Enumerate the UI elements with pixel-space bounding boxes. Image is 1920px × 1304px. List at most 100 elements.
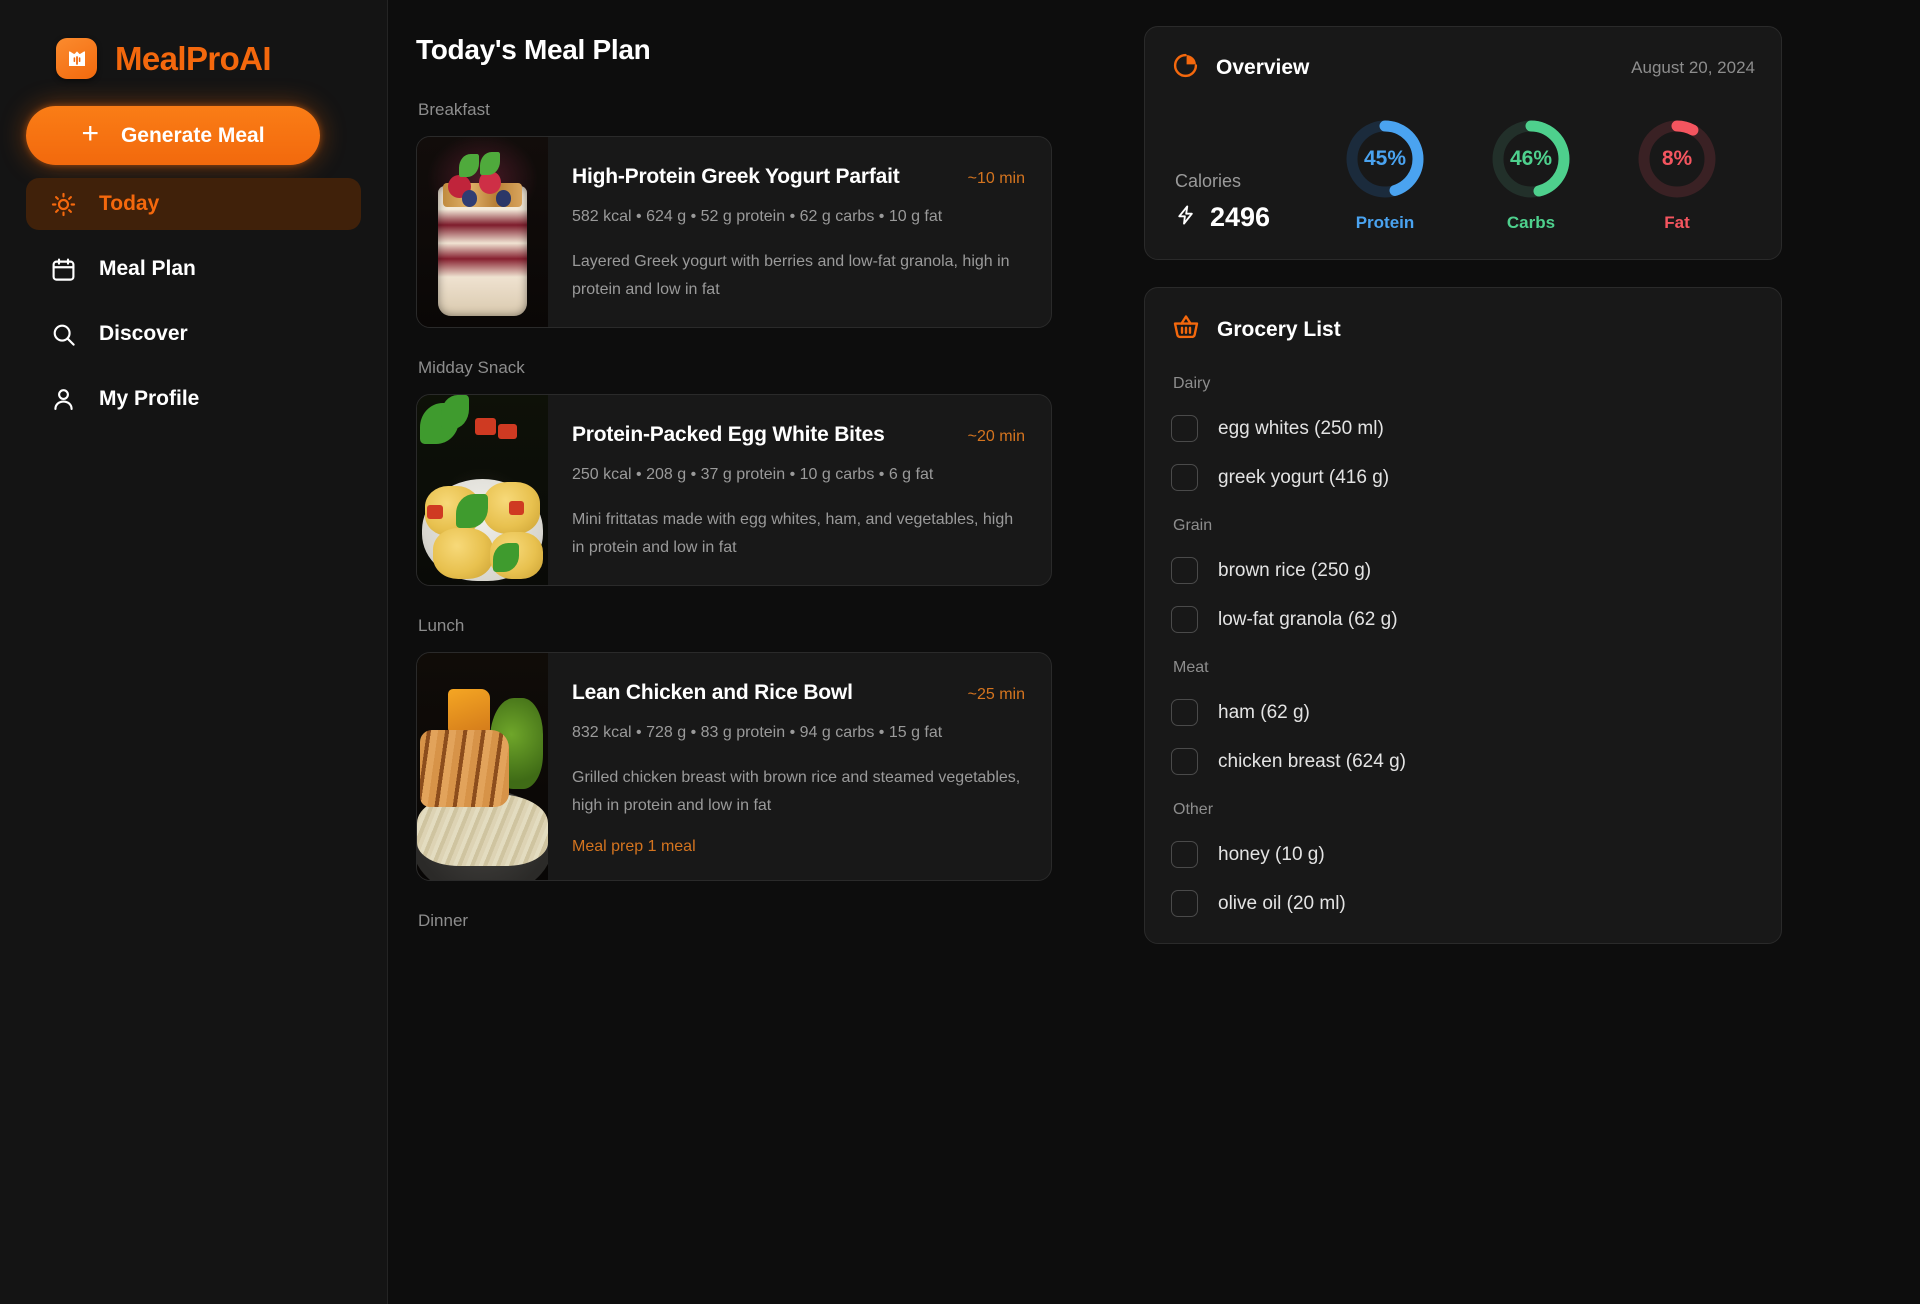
macro-ring-carbs-percent: 46% [1509,147,1553,170]
meal-description: Mini frittatas made with egg whites, ham… [572,511,1014,556]
brand-name: MealProAI [115,39,272,77]
grocery-item-checkbox[interactable] [1171,699,1198,726]
sidebar-item-my-profile-label: My Profile [99,387,200,410]
grocery-item-checkbox[interactable] [1171,748,1198,775]
calories-label: Calories [1175,171,1242,191]
macro-ring-protein-label: Protein [1355,213,1415,232]
sidebar-item-discover-label: Discover [99,322,188,345]
search-icon [48,319,78,349]
grocery-item[interactable]: low-fat granola (62 g) [1171,606,1755,633]
right-column: Overview August 20, 2024 Calories 2496 4… [1144,26,1784,1304]
meal-details: Lean Chicken and Rice Bowl ~25 min 832 k… [548,653,1051,880]
sidebar-item-my-profile[interactable]: My Profile [26,373,361,425]
grocery-item-checkbox[interactable] [1171,890,1198,917]
meal-thumbnail [417,653,548,881]
calories-value: 2496 [1210,202,1271,232]
grocery-group-label-grain: Grain [1173,517,1213,534]
meal-prep-label: Meal prep 1 meal [572,838,696,856]
grocery-item-label: brown rice (250 g) [1218,559,1372,581]
plus-icon: + [81,117,99,150]
brand: MealProAI [56,38,361,79]
macro-rings: 45% Protein 46% Carbs 8% Fat [1335,117,1727,233]
grocery-item[interactable]: greek yogurt (416 g) [1171,464,1755,491]
meal-details: Protein-Packed Egg White Bites ~20 min 2… [548,395,1051,585]
section-label-dinner: Dinner [418,911,469,931]
grocery-item-label: ham (62 g) [1218,701,1310,723]
grocery-item-checkbox[interactable] [1171,464,1198,491]
meal-macros: 250 kcal • 208 g • 37 g protein • 10 g c… [572,466,934,484]
section-label-lunch: Lunch [418,616,465,636]
overview-title: Overview [1216,56,1310,79]
meal-thumbnail [417,137,548,328]
mealproai-logo-icon [56,38,97,79]
macro-ring-fat: 8% Fat [1627,117,1727,233]
grocery-item[interactable]: egg whites (250 ml) [1171,415,1755,442]
pie-chart-icon [1171,51,1200,85]
grocery-item[interactable]: olive oil (20 ml) [1171,890,1755,917]
sidebar: MealProAI + Generate Meal Today Meal Pla… [0,0,388,1304]
meal-thumbnail [417,395,548,586]
sidebar-item-today[interactable]: Today [26,178,361,230]
sidebar-item-discover[interactable]: Discover [26,308,361,360]
grocery-item[interactable]: honey (10 g) [1171,841,1755,868]
macro-ring-fat-label: Fat [1664,213,1690,232]
section-label-breakfast: Breakfast [418,100,490,119]
basket-icon [1171,312,1201,347]
lightning-bolt-icon [1175,204,1197,231]
meal-card[interactable]: High-Protein Greek Yogurt Parfait ~10 mi… [416,136,1052,329]
user-icon [48,384,78,414]
meal-time: ~25 min [967,686,1025,704]
grocery-item-label: chicken breast (624 g) [1218,750,1406,772]
main-content: Today's Meal Plan Breakfast High-Protein… [388,0,1920,1304]
grocery-item[interactable]: ham (62 g) [1171,699,1755,726]
grocery-item-checkbox[interactable] [1171,415,1198,442]
sidebar-item-meal-plan-label: Meal Plan [99,257,196,280]
page-title: Today's Meal Plan [416,34,651,65]
generate-meal-button[interactable]: + Generate Meal [26,106,320,165]
meal-card[interactable]: Lean Chicken and Rice Bowl ~25 min 832 k… [416,652,1052,882]
overview-date: August 20, 2024 [1631,58,1755,77]
grocery-item-checkbox[interactable] [1171,557,1198,584]
grocery-item-label: honey (10 g) [1218,843,1325,865]
grocery-group-label-meat: Meat [1173,659,1209,676]
macro-ring-protein-percent: 45% [1363,147,1407,170]
meal-card[interactable]: Protein-Packed Egg White Bites ~20 min 2… [416,394,1052,587]
meal-title: High-Protein Greek Yogurt Parfait [572,165,900,188]
grocery-item-checkbox[interactable] [1171,841,1198,868]
meal-plan-column: Today's Meal Plan Breakfast High-Protein… [416,26,1116,1304]
grocery-list-card: Grocery List Dairy egg whites (250 ml) g… [1144,287,1782,944]
meal-description: Layered Greek yogurt with berries and lo… [572,253,1010,298]
grocery-item-label: greek yogurt (416 g) [1218,466,1390,488]
sidebar-item-meal-plan[interactable]: Meal Plan [26,243,361,295]
grocery-list-title: Grocery List [1217,317,1341,341]
meal-details: High-Protein Greek Yogurt Parfait ~10 mi… [548,137,1051,327]
sidebar-nav: Today Meal Plan Discover My Profile [26,178,361,425]
meal-macros: 582 kcal • 624 g • 52 g protein • 62 g c… [572,208,943,225]
app-root: MealProAI + Generate Meal Today Meal Pla… [0,0,1920,1304]
grocery-item-checkbox[interactable] [1171,606,1198,633]
grocery-item[interactable]: brown rice (250 g) [1171,557,1755,584]
section-label-midday-snack: Midday Snack [418,358,525,378]
calendar-icon [48,254,78,284]
meal-macros: 832 kcal • 728 g • 83 g protein • 94 g c… [572,724,943,742]
calories-block: Calories 2496 [1175,171,1335,233]
meal-title: Protein-Packed Egg White Bites [572,423,885,447]
grocery-group-label-other: Other [1173,801,1214,818]
sidebar-item-today-label: Today [99,192,160,215]
grocery-item-label: low-fat granola (62 g) [1218,608,1398,630]
grocery-item[interactable]: chicken breast (624 g) [1171,748,1755,775]
overview-card: Overview August 20, 2024 Calories 2496 4… [1144,26,1782,260]
meal-time: ~20 min [967,428,1025,446]
meal-time: ~10 min [967,170,1025,187]
macro-ring-fat-percent: 8% [1661,147,1693,170]
macro-ring-protein: 45% Protein [1335,117,1435,233]
macro-ring-carbs: 46% Carbs [1481,117,1581,233]
grocery-group-label-dairy: Dairy [1173,375,1211,392]
sun-icon [48,189,78,219]
generate-meal-label: Generate Meal [120,123,265,147]
grocery-item-label: egg whites (250 ml) [1218,417,1384,439]
grocery-item-label: olive oil (20 ml) [1218,892,1346,914]
macro-ring-carbs-label: Carbs [1506,213,1556,232]
meal-description: Grilled chicken breast with brown rice a… [572,769,1021,814]
meal-title: Lean Chicken and Rice Bowl [572,681,853,705]
